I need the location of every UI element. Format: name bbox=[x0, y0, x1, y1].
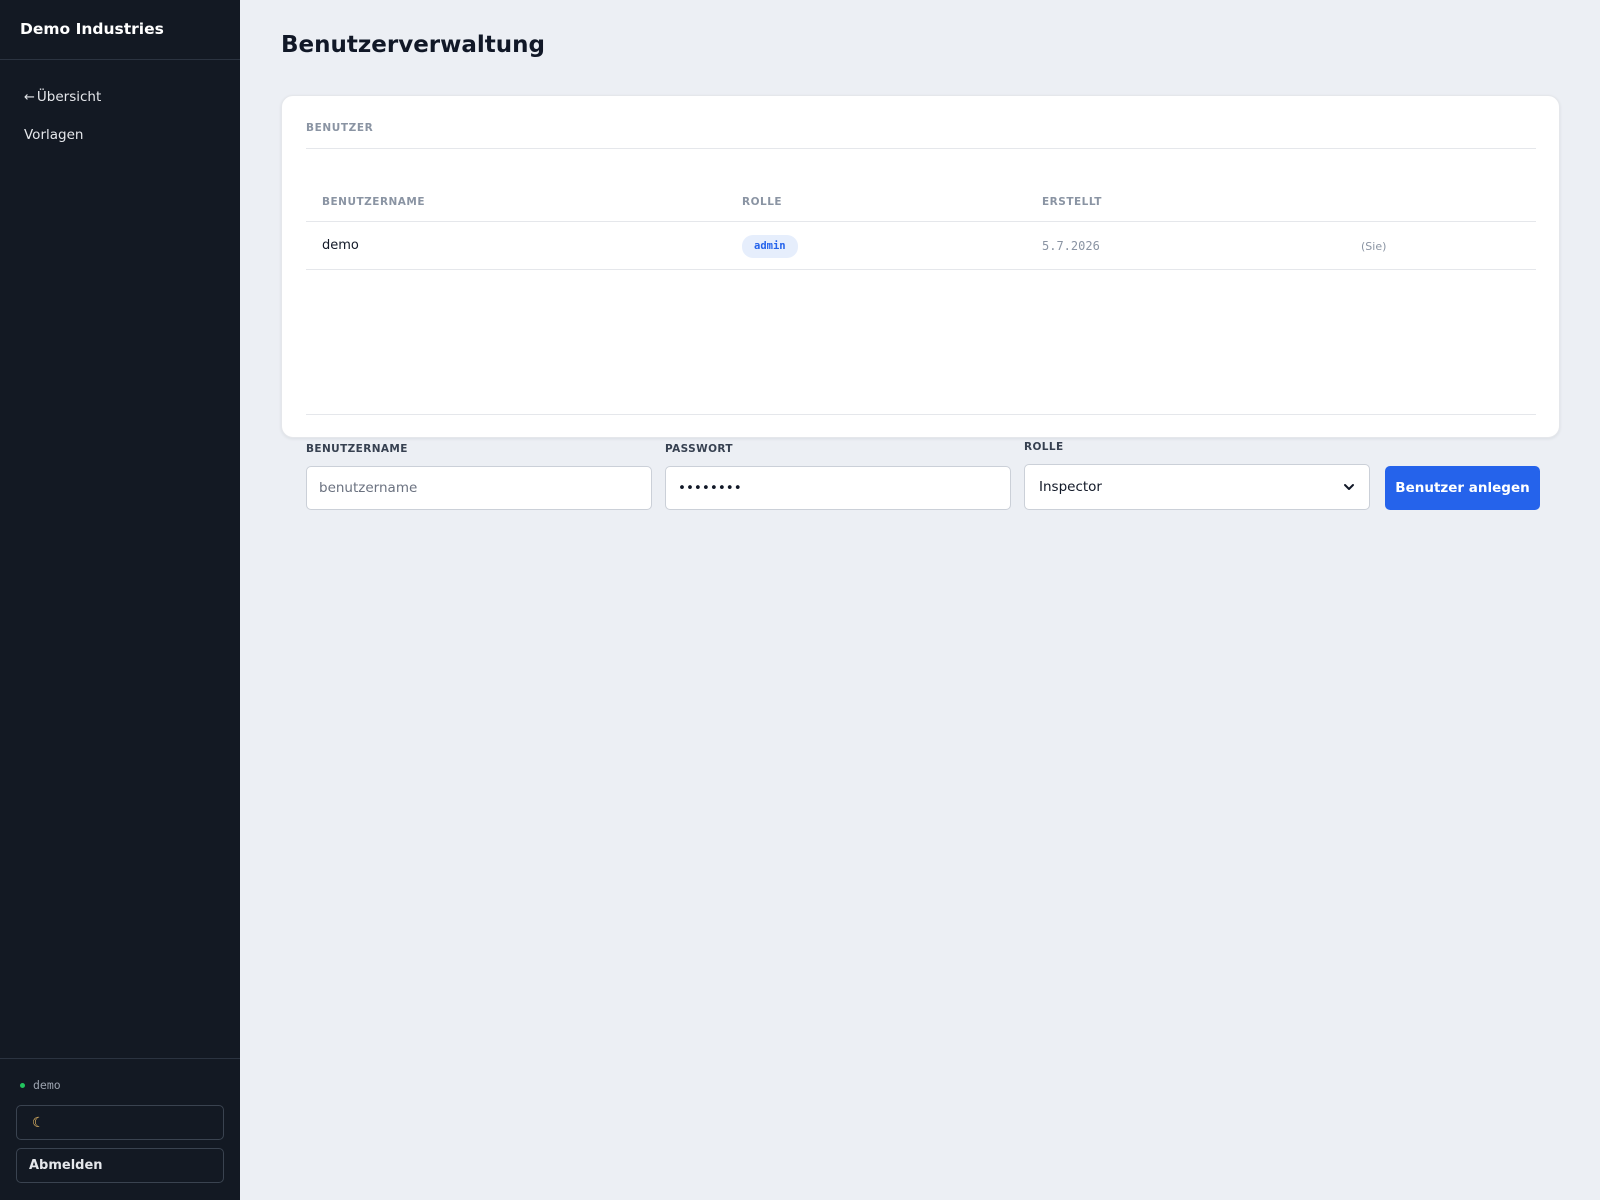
moon-icon: ☾ bbox=[32, 1114, 45, 1131]
form-divider bbox=[306, 414, 1536, 415]
role-select-value: Inspector bbox=[1039, 479, 1102, 495]
create-user-button[interactable]: Benutzer anlegen bbox=[1385, 466, 1540, 510]
online-status-icon bbox=[20, 1082, 25, 1088]
role-label: ROLLE bbox=[1024, 441, 1064, 453]
password-input[interactable] bbox=[665, 466, 1011, 510]
table-header: BENUTZERNAME ROLLE ERSTELLT bbox=[306, 196, 1536, 222]
nav-item-templates[interactable]: Vorlagen bbox=[0, 120, 240, 158]
current-user-marker: (Sie) bbox=[1361, 240, 1387, 253]
row-username: demo bbox=[322, 238, 359, 253]
row-created-date: 5.7.2026 bbox=[1042, 239, 1100, 253]
sidebar-footer: demo ☾ Abmelden bbox=[0, 1058, 240, 1200]
nav-item-overview[interactable]: ← Übersicht bbox=[0, 82, 240, 120]
column-header-username: BENUTZERNAME bbox=[322, 196, 426, 208]
brand-name: Demo Industries bbox=[0, 0, 240, 60]
users-card: BENUTZER BENUTZERNAME ROLLE ERSTELLT dem… bbox=[281, 95, 1560, 510]
current-user-name: demo bbox=[33, 1078, 61, 1092]
password-label: PASSWORT bbox=[665, 443, 733, 455]
chevron-down-icon bbox=[1344, 484, 1354, 490]
back-arrow-icon: ← bbox=[24, 90, 35, 105]
current-user: demo bbox=[16, 1077, 224, 1093]
theme-toggle-button[interactable]: ☾ bbox=[16, 1105, 224, 1140]
table-row: demo admin 5.7.2026 (Sie) bbox=[306, 222, 1536, 270]
page-title: Benutzerverwaltung bbox=[281, 32, 545, 58]
sidebar: Demo Industries ← Übersicht Vorlagen demo… bbox=[0, 0, 240, 1200]
nav-item-overview-label: Übersicht bbox=[36, 89, 102, 105]
nav-item-templates-label: Vorlagen bbox=[24, 127, 84, 143]
role-select[interactable]: Inspector bbox=[1024, 464, 1370, 510]
users-table: BENUTZERNAME ROLLE ERSTELLT demo admin 5… bbox=[306, 196, 1536, 270]
sidebar-nav: ← Übersicht Vorlagen bbox=[0, 60, 240, 158]
role-badge: admin bbox=[742, 235, 798, 258]
column-header-role: ROLLE bbox=[742, 196, 783, 208]
username-input[interactable] bbox=[306, 466, 652, 510]
column-header-created: ERSTELLT bbox=[1042, 196, 1102, 208]
logout-button[interactable]: Abmelden bbox=[16, 1148, 224, 1183]
card-heading: BENUTZER bbox=[306, 122, 1536, 149]
username-label: BENUTZERNAME bbox=[306, 443, 408, 455]
main-content: Benutzerverwaltung BENUTZER BENUTZERNAME… bbox=[240, 0, 1600, 1200]
